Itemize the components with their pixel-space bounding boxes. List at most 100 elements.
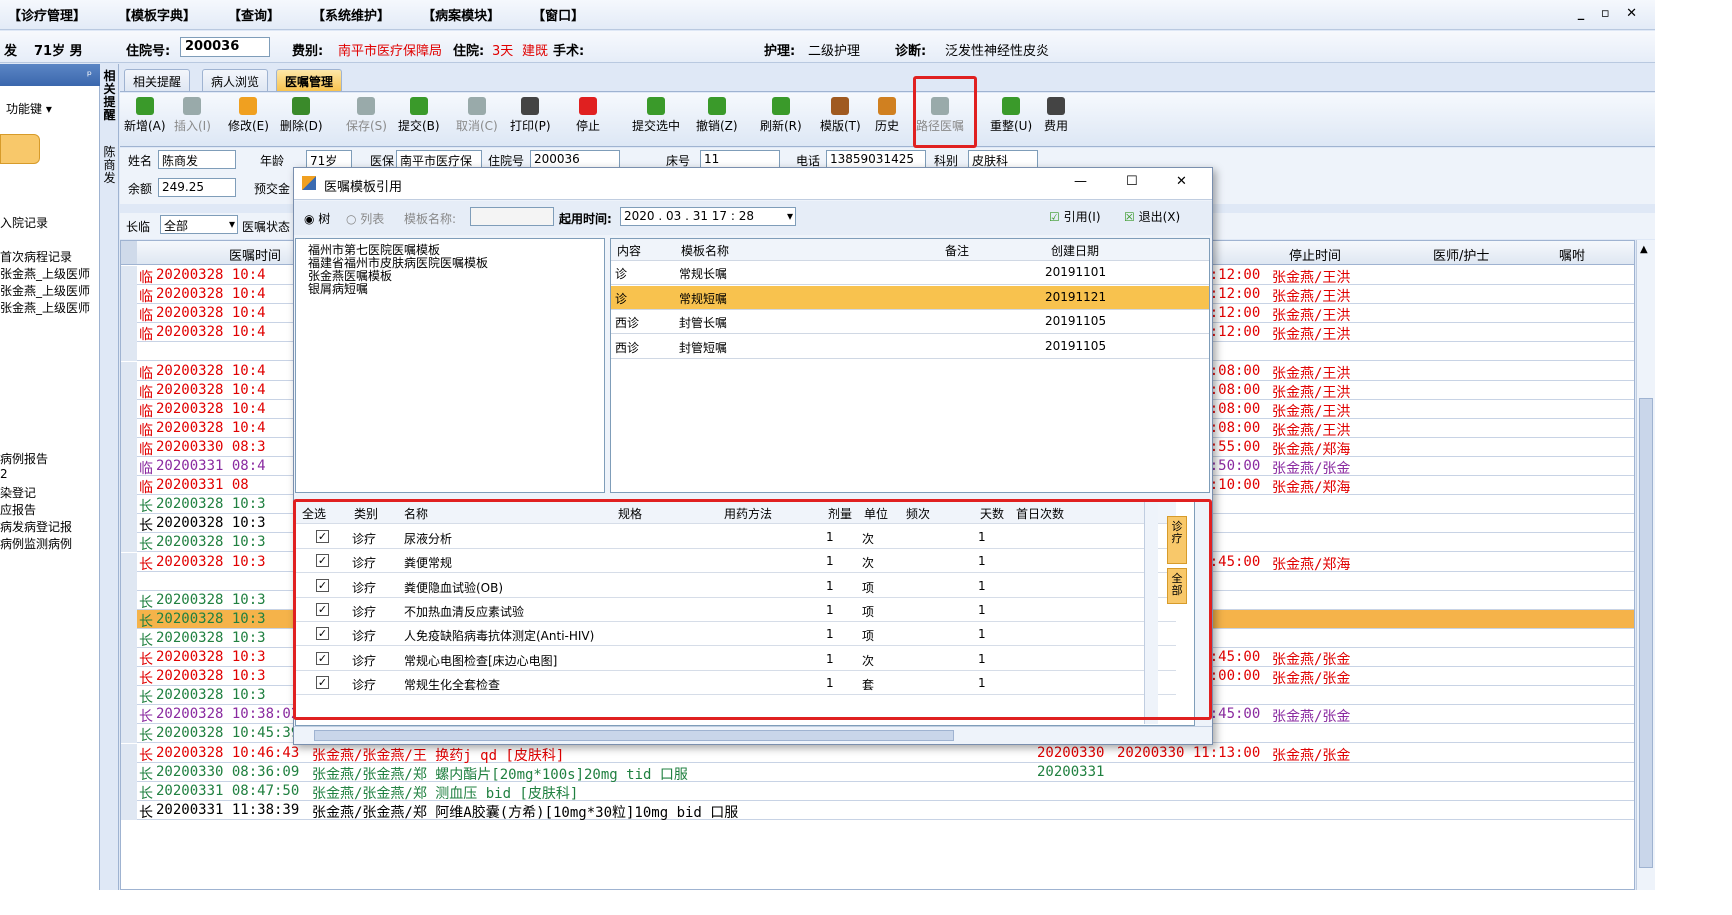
row-selector[interactable] [121, 323, 137, 343]
cost-button[interactable]: 费用 [1044, 97, 1068, 134]
reference-button[interactable]: ☑ 引用(I) [1049, 208, 1101, 225]
exit-button-label: 退出(X) [1138, 210, 1181, 224]
template-row[interactable]: 诊 常规长嘱 20191101 [611, 261, 1209, 285]
template-button[interactable]: 模版(T) [820, 97, 861, 134]
left-record-item[interactable]: 首次病程记录 [0, 248, 72, 265]
order-kind: 临 [139, 480, 153, 497]
row-selector[interactable] [121, 571, 137, 591]
menu-item-0[interactable]: 【诊疗管理】 [8, 5, 86, 24]
minimize-icon[interactable]: — [1074, 174, 1087, 189]
left-record-item[interactable]: 张金燕_上级医师 [0, 299, 90, 316]
left-record-item[interactable]: 病例报告 [0, 450, 48, 467]
left-record-item[interactable]: 病发病登记报 [0, 518, 72, 535]
menu-item-5[interactable]: 【窗口】 [532, 5, 584, 24]
scroll-up-icon[interactable]: ▲ [1640, 244, 1648, 255]
row-selector[interactable] [121, 476, 137, 496]
row-selector[interactable] [121, 762, 137, 782]
row-selector[interactable] [121, 418, 137, 438]
cancel-button[interactable]: 取消(C) [456, 97, 498, 134]
row-selector[interactable] [121, 457, 137, 476]
table-row[interactable]: 长 20200331 11:38:39 张金燕/张金燕/郑 阿维A胶囊(方希)[10… [121, 800, 1634, 821]
menu-item-2[interactable]: 【查询】 [228, 5, 280, 24]
print-button[interactable]: 打印(P) [510, 97, 551, 134]
left-record-item[interactable]: 2 [0, 467, 8, 481]
pin-icon[interactable]: ᵖ [0, 64, 100, 86]
tab-order-management[interactable]: 医嘱管理 [276, 69, 343, 91]
row-selector[interactable] [121, 380, 137, 400]
row-selector[interactable] [121, 495, 137, 515]
row-selector[interactable] [121, 628, 137, 648]
edit-button[interactable]: 修改(E) [228, 97, 269, 134]
order-kind: 长 [139, 632, 153, 649]
refresh-button[interactable]: 刷新(R) [760, 97, 802, 134]
row-selector[interactable] [121, 361, 137, 381]
dialog-h-scrollbar[interactable] [294, 726, 1212, 744]
left-panel-tab[interactable] [0, 134, 40, 164]
row-selector[interactable] [121, 724, 137, 744]
row-selector[interactable] [121, 514, 137, 534]
template-row[interactable]: 西诊 封管短嘱 20191105 [611, 335, 1209, 359]
left-record-item[interactable]: 染登记 [0, 484, 36, 501]
table-row[interactable]: 长 20200328 10:46:43 张金燕/张金燕/王 换药j qd [皮肤科]… [121, 743, 1634, 764]
row-selector[interactable] [121, 667, 137, 687]
radio-list[interactable]: ○ 列表 [346, 210, 384, 227]
function-key-dropdown[interactable]: 功能键 ▾ [0, 96, 100, 122]
row-selector[interactable] [121, 285, 137, 305]
left-record-item[interactable]: 应报告 [0, 501, 36, 518]
close-icon[interactable]: ✕ [1176, 174, 1187, 189]
tab-patient-browse[interactable]: 病人浏览 [202, 69, 269, 91]
template-row[interactable]: 西诊 封管长嘱 20191105 [611, 310, 1209, 334]
add-button[interactable]: 新增(A) [124, 97, 166, 134]
menu-item-3[interactable]: 【系统维护】 [312, 5, 390, 24]
row-selector-header [121, 241, 137, 264]
reminder-strip[interactable]: 相关提醒 陈商发 [101, 64, 119, 890]
row-selector[interactable] [121, 609, 137, 629]
row-selector[interactable] [121, 800, 137, 820]
h-scroll-thumb[interactable] [314, 730, 954, 741]
window-controls[interactable]: _ ▫ ✕ [1578, 6, 1643, 21]
row-selector[interactable] [121, 342, 137, 362]
history-button[interactable]: 历史 [875, 97, 899, 134]
long-temp-select[interactable]: 全部 ▾ [160, 215, 238, 234]
orders-grid-scrollbar[interactable]: ▲ [1636, 240, 1655, 890]
order-kind: 长 [139, 613, 153, 630]
menu-item-1[interactable]: 【模板字典】 [118, 5, 196, 24]
table-row[interactable]: 长 20200331 08:47:50 张金燕/张金燕/郑 测血压 bid [皮肤科… [121, 781, 1634, 802]
row-selector[interactable] [121, 590, 137, 610]
radio-tree[interactable]: ◉ 树 [304, 210, 330, 227]
stop-button[interactable]: 停止 [576, 97, 600, 134]
left-record-item[interactable]: 张金燕_上级医师 [0, 282, 90, 299]
menu-item-4[interactable]: 【病案模块】 [422, 5, 500, 24]
row-selector[interactable] [121, 705, 137, 725]
left-record-item[interactable]: 病例监测病例 [0, 535, 72, 552]
left-record-item[interactable]: 张金燕_上级医师 [0, 265, 90, 282]
template-name-input[interactable] [470, 207, 554, 226]
doctor-nurse: 张金燕/王洪 [1272, 270, 1351, 286]
maximize-icon[interactable]: ☐ [1126, 174, 1138, 189]
tab-reminders[interactable]: 相关提醒 [124, 69, 191, 91]
delete-button[interactable]: 删除(D) [280, 97, 323, 134]
template-row[interactable]: 诊 常规短嘱 20191121 [611, 285, 1209, 310]
row-selector[interactable] [121, 743, 137, 763]
start-time-picker[interactable]: 2020 . 03 . 31 17 : 28 ▾ [620, 207, 796, 226]
reorganize-button[interactable]: 重整(U) [990, 97, 1032, 134]
table-row[interactable]: 长 20200330 08:36:09 张金燕/张金燕/郑 螺内酯片[20mg*10… [121, 762, 1634, 783]
undo-button[interactable]: 撤销(Z) [696, 97, 738, 134]
submit-button[interactable]: 提交(B) [398, 97, 440, 134]
row-selector[interactable] [121, 781, 137, 801]
save-button[interactable]: 保存(S) [346, 97, 387, 134]
row-selector[interactable] [121, 533, 137, 553]
row-selector[interactable] [121, 399, 137, 419]
left-record-item[interactable]: 入院记录 [0, 214, 48, 231]
row-selector[interactable] [121, 686, 137, 706]
row-selector[interactable] [121, 437, 137, 457]
row-selector[interactable] [121, 648, 137, 667]
insert-button[interactable]: 插入(I) [174, 97, 211, 134]
exit-button[interactable]: ☒ 退出(X) [1124, 208, 1180, 225]
scroll-thumb[interactable] [1639, 398, 1653, 868]
row-selector[interactable] [121, 552, 137, 572]
submit-selected-button[interactable]: 提交选中 [632, 97, 680, 134]
tree-node[interactable]: 银屑病短嘱 [308, 280, 368, 297]
row-selector[interactable] [121, 304, 137, 324]
row-selector[interactable] [121, 266, 137, 285]
